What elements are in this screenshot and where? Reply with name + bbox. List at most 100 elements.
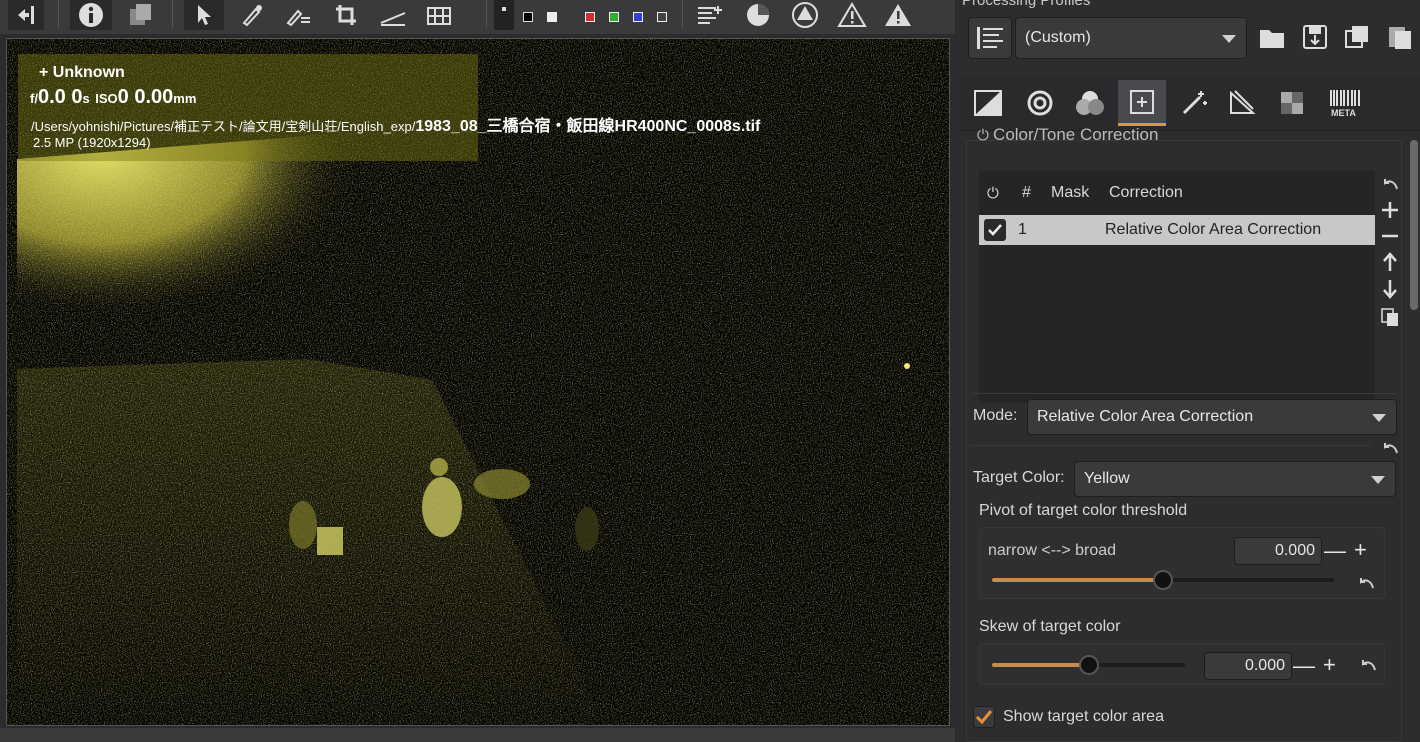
raw-icon — [1281, 92, 1303, 114]
reset-icon[interactable] — [1379, 173, 1401, 195]
tab-exposure[interactable] — [966, 80, 1010, 126]
row-enabled-checkbox[interactable] — [984, 219, 1006, 241]
status-bar — [0, 728, 955, 742]
pointer-icon[interactable] — [184, 0, 224, 30]
histogram-icon[interactable] — [692, 0, 728, 30]
profile-list-button[interactable] — [968, 17, 1012, 59]
skew-increment-button[interactable]: + — [1323, 654, 1336, 676]
tab-local[interactable] — [1118, 80, 1166, 126]
grid-icon[interactable] — [422, 0, 456, 30]
distant-light — [904, 363, 910, 369]
profile-value: (Custom) — [1025, 29, 1091, 46]
image-viewer[interactable]: + Unknown f/0.0 0s ISO0 0.00mm /Users/yo… — [6, 38, 950, 726]
tab-advanced[interactable] — [1172, 80, 1216, 126]
pivot-label: narrow <--> broad — [988, 542, 1117, 559]
mode-label: Mode: — [973, 407, 1018, 424]
duplicate-icon[interactable] — [1379, 306, 1401, 328]
color-tone-correction-section: ⏻ Color/Tone Correction ⏻ # Mask Correct… — [966, 125, 1402, 742]
transform-icon — [1230, 90, 1256, 114]
open-folder-icon[interactable] — [1256, 22, 1290, 52]
before-after-icon[interactable] — [494, 0, 514, 30]
pivot-slider-fill — [992, 578, 1163, 582]
list-item[interactable]: 1 Relative Color Area Correction — [979, 215, 1375, 245]
picker-list-icon[interactable] — [280, 0, 316, 30]
skew-control: 0.000 — + — [979, 643, 1385, 685]
list-header-mask: Mask — [1051, 184, 1090, 201]
exposure-icon — [974, 90, 1002, 116]
bg-black-swatch[interactable] — [520, 2, 536, 32]
tab-color[interactable] — [1068, 80, 1112, 126]
tab-transform[interactable] — [1220, 80, 1264, 126]
pivot-title: Pivot of target color threshold — [979, 502, 1188, 519]
skew-slider-handle[interactable] — [1078, 655, 1099, 675]
panel-scrollbar[interactable] — [1410, 140, 1418, 310]
copy-profile-icon[interactable] — [1340, 22, 1374, 52]
move-up-icon[interactable] — [1379, 251, 1401, 273]
overlay-title: + Unknown — [39, 64, 125, 81]
tool-tabs: META — [958, 76, 1420, 131]
correction-list[interactable]: ⏻ # Mask Correction 1 Relative Color Are… — [979, 171, 1375, 403]
bg-white-swatch[interactable] — [544, 2, 560, 32]
overlay-exif: f/0.0 0s ISO0 0.00mm — [30, 86, 197, 108]
show-target-area-label: Show target color area — [1003, 708, 1164, 725]
meta-icon: META — [1330, 90, 1360, 118]
move-down-icon[interactable] — [1379, 278, 1401, 300]
focus-mask-icon[interactable] — [740, 0, 776, 30]
mode-reset-icon[interactable] — [1379, 437, 1401, 459]
skew-slider[interactable] — [992, 655, 1185, 675]
straighten-icon[interactable] — [374, 0, 412, 30]
red-channel-icon[interactable] — [582, 2, 598, 32]
mode-value: Relative Color Area Correction — [1037, 408, 1254, 425]
enable-header-icon: ⏻ — [987, 185, 999, 202]
tool-panel: Processing Profiles (Custom) META ⏻ Colo… — [958, 0, 1420, 742]
svg-text:META: META — [1331, 108, 1356, 118]
power-icon: ⏻ — [977, 127, 994, 144]
save-icon[interactable] — [1298, 22, 1332, 52]
back-icon[interactable] — [8, 0, 44, 30]
processing-profiles-title: Processing Profiles — [962, 0, 1091, 9]
tab-detail[interactable] — [1018, 80, 1062, 126]
info-icon[interactable] — [70, 0, 112, 30]
tab-meta[interactable]: META — [1322, 80, 1370, 126]
skew-title: Skew of target color — [979, 618, 1121, 635]
pivot-slider[interactable] — [992, 570, 1334, 590]
crop-icon[interactable] — [328, 0, 364, 30]
pivot-value-field[interactable]: 0.000 — [1234, 537, 1322, 565]
tab-raw[interactable] — [1270, 80, 1314, 126]
pivot-decrement-button[interactable]: — — [1324, 540, 1346, 562]
pivot-reset-icon[interactable] — [1356, 568, 1376, 598]
show-target-area-checkbox[interactable] — [973, 706, 995, 728]
skew-decrement-button[interactable]: — — [1293, 655, 1315, 677]
chevron-down-icon — [1222, 35, 1236, 43]
list-header-correction: Correction — [1109, 184, 1183, 201]
list-header-hash: # — [1022, 184, 1031, 201]
warning-icon[interactable] — [834, 0, 870, 30]
add-icon[interactable] — [1379, 199, 1401, 221]
chevron-down-icon — [1371, 476, 1385, 484]
skew-slider-fill — [992, 663, 1089, 667]
color-picker-icon[interactable] — [234, 0, 270, 30]
skew-value-field[interactable]: 0.000 — [1204, 652, 1292, 680]
pivot-slider-handle[interactable] — [1153, 570, 1173, 590]
list-icon — [977, 27, 1003, 49]
target-color-select[interactable]: Yellow — [1074, 461, 1396, 497]
profile-select[interactable]: (Custom) — [1015, 17, 1247, 59]
checkmark-icon — [988, 224, 1002, 236]
mode-select[interactable]: Relative Color Area Correction — [1027, 399, 1397, 435]
blue-channel-icon[interactable] — [630, 2, 646, 32]
target-color-value: Yellow — [1084, 470, 1130, 487]
chevron-down-icon — [1372, 414, 1386, 422]
row-index: 1 — [1018, 221, 1027, 238]
skew-reset-icon[interactable] — [1358, 650, 1378, 680]
clip-shadow-icon[interactable] — [786, 0, 824, 30]
checkmark-icon — [975, 710, 993, 725]
luminance-channel-icon[interactable] — [654, 2, 670, 32]
warning-filled-icon[interactable] — [880, 0, 916, 30]
pivot-increment-button[interactable]: + — [1354, 539, 1367, 561]
figure-1 — [422, 477, 462, 537]
copy-icon[interactable] — [120, 0, 160, 30]
green-channel-icon[interactable] — [606, 2, 622, 32]
remove-icon[interactable] — [1379, 225, 1401, 247]
paste-profile-icon[interactable] — [1382, 22, 1416, 52]
color-icon — [1076, 91, 1104, 115]
